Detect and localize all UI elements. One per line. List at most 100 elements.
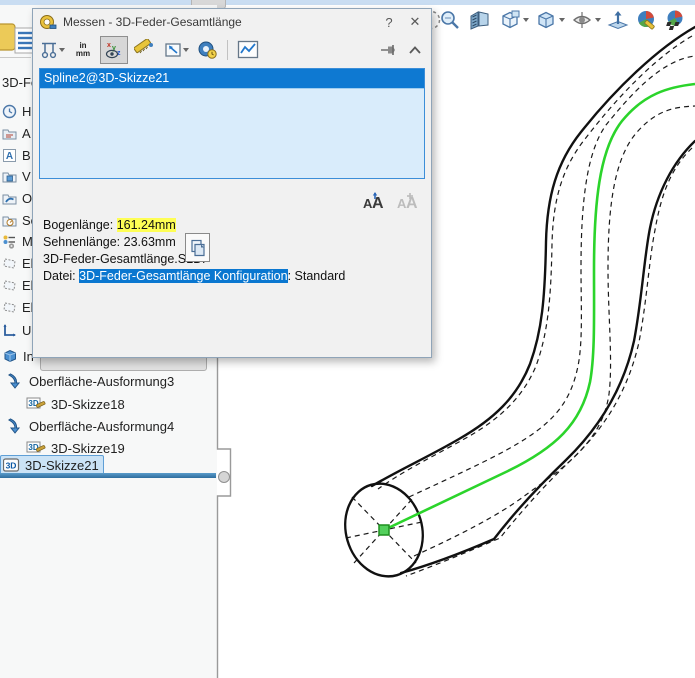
tree-item-annotations[interactable]: A: [2, 123, 31, 143]
svg-text:A: A: [6, 151, 13, 162]
section-view-icon: [467, 8, 493, 32]
chord-length-label: Sehnenlänge:: [43, 235, 120, 249]
heads-up-toolbar: [438, 6, 688, 34]
point-to-point-button[interactable]: [131, 36, 159, 64]
collapse-chevron-icon[interactable]: [408, 45, 422, 55]
application-window: 3D-Fe H A A B V O Se M: [0, 0, 695, 678]
zoom-to-area-icon: [438, 8, 462, 32]
tree-item-surface-bodies[interactable]: O: [2, 188, 32, 208]
eye-icon: [570, 8, 594, 32]
apply-scene-icon: [606, 8, 630, 32]
font-size-controls: A A A A: [359, 191, 419, 211]
increase-font-icon[interactable]: A A: [359, 191, 385, 211]
display-style-button[interactable]: [534, 8, 565, 32]
surface-loft-icon: [6, 417, 24, 435]
measure-toolbar: inmm x y z: [33, 35, 431, 65]
projected-on-button[interactable]: [162, 36, 190, 64]
decrease-font-icon[interactable]: A A: [393, 191, 419, 211]
tree-item-solid-bodies[interactable]: V: [2, 166, 31, 186]
measure-tape-icon: [39, 13, 57, 31]
chord-length-value: 23.63mm: [124, 235, 176, 249]
xyz-eye-icon: x y z: [103, 39, 125, 61]
tree-item-surface-loft4[interactable]: Oberfläche-Ausformung4: [6, 416, 174, 436]
datei-label: Datei:: [43, 269, 76, 283]
units-mm-label: mm: [76, 49, 90, 58]
plane-icon: [2, 300, 17, 315]
arc-circle-measure-button[interactable]: [38, 36, 66, 64]
projection-plane-icon: [163, 40, 182, 60]
file-config-line: Datei: 3D-Feder-Gesamtlänge Konfiguratio…: [43, 268, 345, 285]
edit-appearance-button[interactable]: [635, 8, 659, 32]
tree-item-imported[interactable]: In: [2, 346, 34, 366]
spline-endpoint-marker[interactable]: [379, 525, 389, 535]
view-orientation-button[interactable]: [498, 8, 529, 32]
create-sensor-button[interactable]: [234, 36, 262, 64]
imported-body-icon: [2, 348, 18, 364]
caliper-icon: [39, 40, 58, 60]
tree-item-history[interactable]: H: [2, 101, 31, 121]
tree-item-origin[interactable]: U: [2, 320, 31, 340]
config-selected-text[interactable]: 3D-Feder-Gesamtlänge Konfiguration: [79, 269, 287, 283]
material-icon: [2, 234, 17, 249]
measurement-history-button[interactable]: [193, 36, 221, 64]
tree-item-surface-loft3[interactable]: Oberfläche-Ausformung3: [6, 371, 174, 391]
solid-bodies-folder-icon: [2, 169, 17, 184]
sensors-folder-icon: [2, 213, 17, 228]
units-precision-button[interactable]: inmm: [69, 36, 97, 64]
tree-item-beschriftungen[interactable]: A B: [2, 145, 31, 165]
measure-dialog-titlebar[interactable]: Messen - 3D-Feder-Gesamtlänge ? ✕: [33, 9, 431, 35]
arc-length-label: Bogenlänge:: [43, 218, 113, 232]
hide-show-caret: [595, 18, 601, 22]
measure-selection-list[interactable]: Spline2@3D-Skizze21: [39, 68, 425, 179]
dialog-title: Messen - 3D-Feder-Gesamtlänge: [63, 15, 373, 29]
close-button[interactable]: ✕: [405, 12, 425, 32]
plane-icon: [2, 256, 17, 271]
config-suffix: : Standard: [288, 269, 346, 283]
origin-icon: [2, 323, 17, 338]
display-style-icon: [534, 8, 558, 32]
projection-caret: [183, 48, 189, 52]
copy-icon: [190, 239, 206, 257]
pin-icon[interactable]: [380, 43, 398, 57]
rollback-bar[interactable]: [0, 473, 216, 478]
hide-show-items-button[interactable]: [570, 8, 601, 32]
panel-divider: [0, 57, 31, 58]
help-button[interactable]: ?: [379, 12, 399, 32]
sensor-graph-icon: [237, 40, 259, 60]
zoom-to-area-button[interactable]: [438, 8, 462, 32]
view-orientation-icon: [498, 8, 522, 32]
tree-item-material[interactable]: M: [2, 231, 33, 251]
svg-text:A: A: [372, 195, 384, 211]
measure-dialog: Messen - 3D-Feder-Gesamtlänge ? ✕ inmm: [32, 8, 432, 358]
edit-appearance-icon: [635, 8, 659, 32]
view-orientation-caret: [523, 18, 529, 22]
selection-list-item[interactable]: Spline2@3D-Skizze21: [40, 69, 424, 89]
view-settings-button[interactable]: [664, 8, 688, 32]
show-xyz-measurements-button[interactable]: x y z: [100, 36, 128, 64]
display-style-caret: [559, 18, 565, 22]
surface-loft-icon: [6, 372, 24, 390]
plane-icon: [2, 278, 17, 293]
tree-item-3d-sketch21-selected[interactable]: 3D 3D-Skizze21: [0, 455, 104, 475]
sketch3d-icon: 3D: [3, 458, 20, 473]
dialog-right-controls: [380, 43, 426, 57]
history-icon: [2, 104, 17, 119]
ruler-icon: [134, 39, 156, 61]
view-settings-icon: [664, 8, 688, 32]
rollback-handle[interactable]: [218, 471, 230, 483]
measure-history-icon: [196, 39, 218, 61]
svg-text:3D: 3D: [6, 460, 17, 470]
svg-text:A: A: [406, 195, 418, 211]
toolbar-separator: [227, 40, 228, 60]
letter-a-icon: A: [2, 148, 17, 163]
section-view-button[interactable]: [467, 8, 493, 32]
arc-length-line: Bogenlänge: 161.24mm: [43, 217, 345, 234]
arc-length-value: 161.24mm: [117, 218, 176, 232]
apply-scene-button[interactable]: [606, 8, 630, 32]
sketch3d-icon: 3D: [26, 440, 46, 456]
annotations-folder-icon: [2, 126, 17, 141]
tree-item-3d-sketch18[interactable]: 3D 3D-Skizze18: [26, 394, 125, 414]
sketch3d-icon: 3D: [26, 396, 46, 412]
copy-results-button[interactable]: [185, 233, 210, 262]
caliper-caret: [59, 48, 65, 52]
